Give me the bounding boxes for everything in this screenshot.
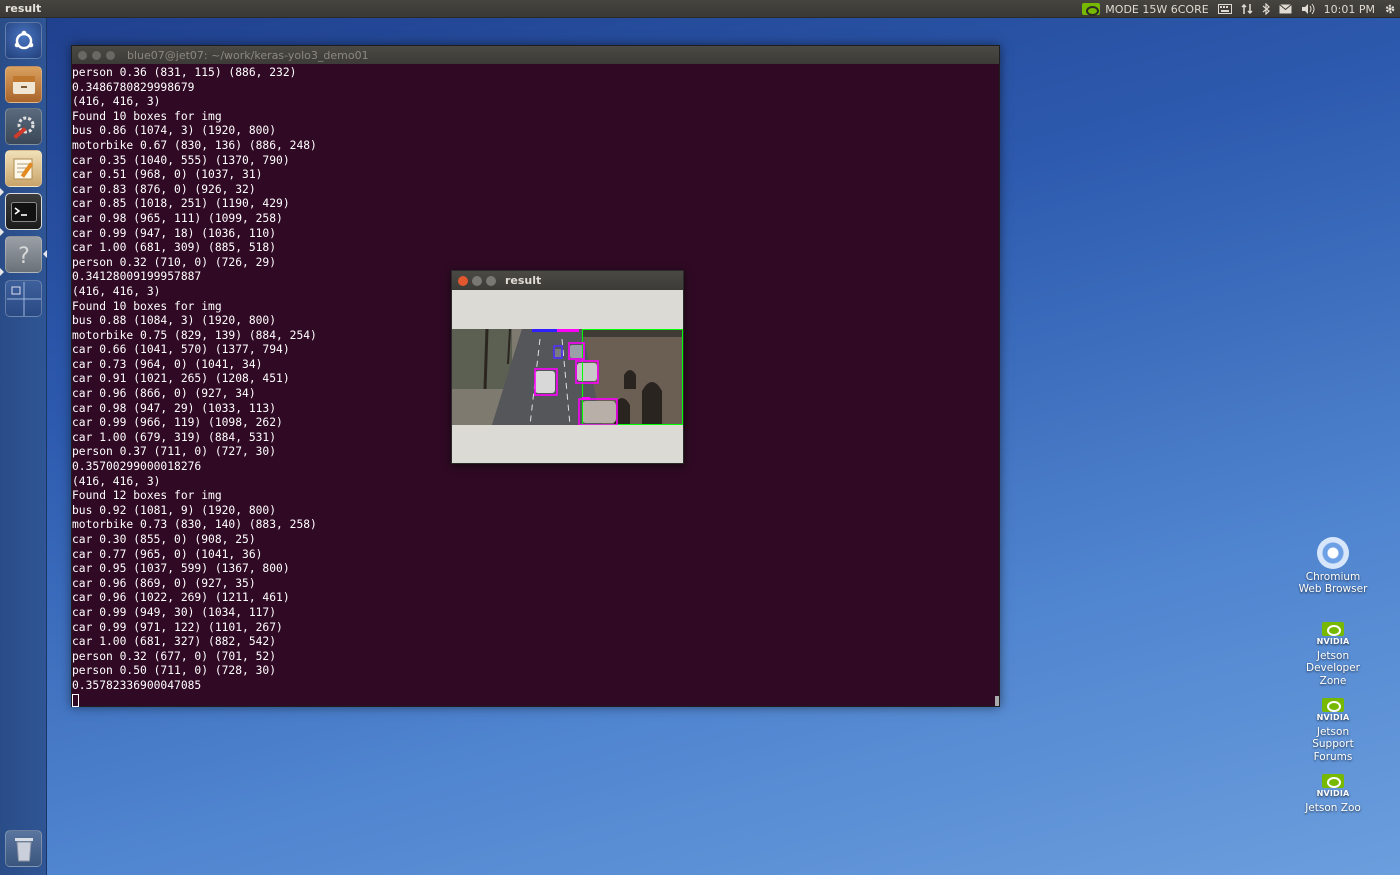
detection-result-image	[452, 329, 683, 425]
terminal-line: (416, 416, 3)	[72, 474, 161, 488]
desktop-icon-jetson-zoo[interactable]: NVIDIA Jetson Zoo	[1298, 772, 1368, 814]
desktop-icon-label: Jetson Zoo	[1305, 802, 1361, 814]
terminal-line: car 0.30 (855, 0) (908, 25)	[72, 533, 256, 546]
nvidia-mode-indicator[interactable]: MODE 15W 6CORE	[1082, 2, 1209, 16]
network-icon[interactable]	[1241, 3, 1253, 15]
file-cabinet-icon	[12, 75, 35, 94]
terminal-line: Found 10 boxes for img	[72, 109, 222, 123]
terminal-line: car 0.99 (947, 18) (1036, 110)	[72, 226, 277, 240]
result-window[interactable]: result	[451, 270, 684, 464]
nvidia-logo-icon	[1082, 3, 1101, 16]
trash-launcher[interactable]	[5, 830, 42, 867]
desktop-icon-jetson-developer-zone[interactable]: NVIDIA Jetson Developer Zone	[1298, 620, 1368, 687]
terminal-title: blue07@jet07: ~/work/keras-yolo3_demo01	[127, 48, 369, 62]
terminal-line: car 0.99 (949, 30) (1034, 117)	[72, 605, 277, 619]
gear-icon[interactable]	[1384, 3, 1396, 15]
terminal-titlebar[interactable]: blue07@jet07: ~/work/keras-yolo3_demo01	[72, 46, 999, 64]
terminal-line: car 0.85 (1018, 251) (1190, 429)	[72, 197, 290, 211]
workspace-grid-icon	[6, 281, 41, 316]
terminal-line: motorbike 0.67 (830, 136) (886, 248)	[72, 138, 317, 152]
system-settings-launcher[interactable]	[5, 108, 42, 145]
terminal-scrollbar[interactable]	[995, 696, 999, 706]
terminal-line: car 0.83 (876, 0) (926, 32)	[72, 182, 256, 196]
terminal-line: car 0.96 (869, 0) (927, 35)	[72, 576, 256, 590]
close-button[interactable]	[458, 275, 468, 286]
chromium-icon	[1317, 537, 1349, 569]
terminal-line: car 0.99 (971, 122) (1101, 267)	[72, 620, 283, 634]
system-tray: MODE 15W 6CORE 10:01 PM	[1082, 0, 1396, 18]
desktop-icon-label: Chromium Web Browser	[1298, 571, 1368, 596]
dash-home-button[interactable]	[5, 22, 42, 59]
terminal-line: car 0.77 (965, 0) (1041, 36)	[72, 547, 263, 561]
trash-icon	[14, 837, 33, 861]
mail-icon[interactable]	[1278, 4, 1292, 14]
active-window-title: result	[5, 2, 42, 15]
nvidia-icon: NVIDIA	[1317, 696, 1349, 724]
nvidia-icon: NVIDIA	[1317, 620, 1349, 648]
terminal-line: person 0.32 (677, 0) (701, 52)	[72, 649, 277, 663]
minimize-button[interactable]	[92, 50, 101, 60]
terminal-line: Found 12 boxes for img	[72, 489, 222, 503]
maximize-button[interactable]	[486, 275, 496, 286]
clock[interactable]: 10:01 PM	[1324, 3, 1375, 16]
ubuntu-logo-icon	[14, 30, 33, 49]
terminal-line: (416, 416, 3)	[72, 95, 161, 109]
keyboard-icon[interactable]	[1217, 4, 1232, 14]
power-mode-label: MODE 15W 6CORE	[1105, 2, 1209, 16]
notepad-pencil-icon	[13, 158, 33, 179]
desktop-icon-label: Jetson Support Forums	[1312, 726, 1354, 763]
volume-icon[interactable]	[1301, 3, 1315, 15]
terminal-line: person 0.32 (710, 0) (726, 29)	[72, 255, 277, 269]
terminal-line: bus 0.86 (1074, 3) (1920, 800)	[72, 124, 277, 138]
nvidia-icon: NVIDIA	[1317, 772, 1349, 800]
launcher: ?	[0, 18, 47, 875]
workspace-switcher[interactable]	[5, 280, 42, 317]
settings-tools-icon	[12, 116, 34, 139]
focused-indicator	[43, 250, 47, 258]
terminal-line: car 1.00 (681, 327) (882, 542)	[72, 635, 277, 649]
running-indicator	[0, 188, 4, 196]
terminal-line: person 0.50 (711, 0) (728, 30)	[72, 664, 277, 678]
desktop-icon-label: Jetson Developer Zone	[1305, 650, 1360, 687]
terminal-line: person 0.36 (831, 115) (886, 232)	[72, 66, 297, 79]
terminal-launcher[interactable]	[5, 193, 42, 230]
terminal-line: motorbike 0.73 (830, 140) (883, 258)	[72, 518, 317, 532]
terminal-line: bus 0.92 (1081, 9) (1920, 800)	[72, 503, 277, 517]
desktop-icon-chromium[interactable]: Chromium Web Browser	[1298, 537, 1368, 596]
terminal-cursor[interactable]	[72, 693, 999, 710]
minimize-button[interactable]	[472, 275, 482, 286]
text-editor-launcher[interactable]	[5, 150, 42, 187]
running-indicator	[0, 228, 4, 236]
terminal-line: car 0.98 (965, 111) (1099, 258)	[72, 211, 283, 225]
terminal-line: 0.3486780829998679	[72, 80, 195, 94]
result-title: result	[505, 274, 542, 287]
files-launcher[interactable]	[5, 66, 42, 103]
result-titlebar[interactable]: result	[452, 271, 683, 290]
terminal-line: car 0.95 (1037, 599) (1367, 800)	[72, 562, 290, 576]
top-panel: result MODE 15W 6CORE 10:01 PM	[0, 0, 1400, 18]
help-launcher[interactable]: ?	[5, 236, 42, 273]
terminal-icon	[10, 201, 37, 222]
question-mark-icon: ?	[18, 244, 30, 267]
desktop-icon-jetson-support-forums[interactable]: NVIDIA Jetson Support Forums	[1298, 696, 1368, 763]
svg-text:?: ?	[18, 244, 30, 267]
bluetooth-icon[interactable]	[1262, 3, 1270, 15]
terminal-line: car 1.00 (681, 309) (885, 518)	[72, 241, 277, 255]
close-button[interactable]	[78, 50, 87, 60]
terminal-line: car 0.96 (1022, 269) (1211, 461)	[72, 591, 290, 605]
running-indicator	[0, 268, 4, 276]
terminal-line: 0.35782336900047085	[72, 678, 202, 692]
terminal-line: car 0.35 (1040, 555) (1370, 790)	[72, 153, 290, 167]
maximize-button[interactable]	[106, 50, 115, 60]
terminal-line: car 0.51 (968, 0) (1037, 31)	[72, 168, 263, 182]
